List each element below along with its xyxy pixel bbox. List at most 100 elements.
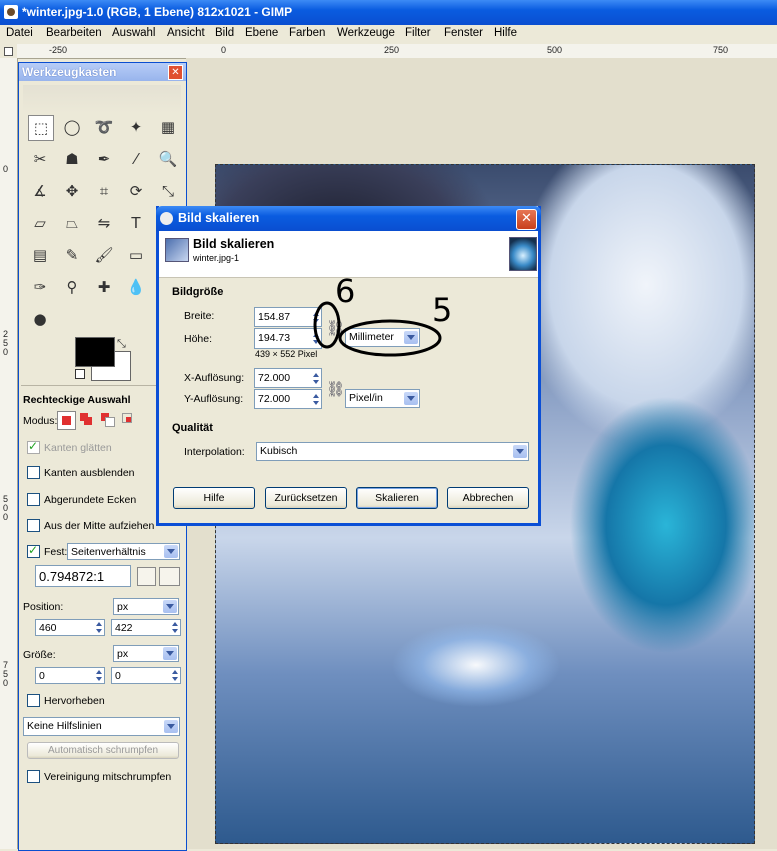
gimp-icon — [160, 212, 173, 225]
color-picker-tool[interactable]: ⁄ — [124, 147, 148, 171]
zoom-tool[interactable]: 🔍 — [156, 147, 180, 171]
text-tool[interactable]: T — [124, 211, 148, 235]
vereinigung-checkbox[interactable] — [27, 770, 40, 783]
paintbrush-tool[interactable]: 🖌 — [92, 243, 116, 267]
position-unit-dropdown[interactable]: px — [113, 598, 179, 615]
menu-bearbeiten[interactable]: Bearbeiten — [46, 27, 102, 39]
reset-button[interactable]: Zurücksetzen — [265, 487, 347, 509]
window-title: *winter.jpg-1.0 (RGB, 1 Ebene) 812x1021 … — [22, 5, 293, 19]
fest-checkbox[interactable] — [27, 543, 40, 558]
kanten-glaetten-checkbox[interactable] — [27, 439, 40, 454]
mode-replace-button[interactable] — [57, 411, 76, 430]
scale-icon — [165, 238, 189, 262]
menu-filter[interactable]: Filter — [405, 27, 431, 39]
default-colors-icon[interactable] — [75, 369, 85, 379]
res-unit-dropdown[interactable]: Pixel/in — [345, 389, 420, 408]
aus-der-mitte-checkbox[interactable] — [27, 519, 40, 532]
yres-input[interactable]: 72.000 — [254, 389, 322, 409]
menu-hilfe[interactable]: Hilfe — [494, 27, 517, 39]
help-button[interactable]: Hilfe — [173, 487, 255, 509]
rect-select-tool[interactable]: ⬚ — [28, 115, 54, 141]
toolbox-title: Werkzeugkasten — [22, 65, 117, 79]
horizontal-ruler[interactable]: -250 0 250 500 750 — [17, 44, 777, 59]
interpolation-dropdown[interactable]: Kubisch — [256, 442, 529, 461]
dialog-titlebar: Bild skalieren ✕ — [156, 206, 541, 231]
foreground-color-swatch[interactable] — [75, 337, 115, 367]
paths-tool[interactable]: ✒ — [92, 147, 116, 171]
xres-input[interactable]: 72.000 — [254, 368, 322, 388]
ink-tool[interactable]: ✑ — [28, 275, 52, 299]
chevron-down-icon — [164, 545, 178, 558]
swap-colors-icon[interactable]: ⤡ — [117, 337, 126, 351]
mode-intersect-button[interactable] — [122, 413, 136, 427]
ratio-input[interactable]: 0.794872:1 — [35, 565, 131, 587]
abgerundete-ecken-checkbox[interactable] — [27, 493, 40, 506]
color-select-tool[interactable]: ▦ — [156, 115, 180, 139]
kanten-glaetten-label: Kanten glätten — [44, 442, 112, 454]
menu-ebene[interactable]: Ebene — [245, 27, 278, 39]
menu-ansicht[interactable]: Ansicht — [167, 27, 205, 39]
foreground-select-tool[interactable]: ☗ — [60, 147, 84, 171]
menu-datei[interactable]: Datei — [6, 27, 33, 39]
menu-farben[interactable]: Farben — [289, 27, 325, 39]
hilfslinien-dropdown[interactable]: Keine Hilfslinien — [23, 717, 180, 736]
position-y-input[interactable]: 422 — [111, 619, 181, 636]
menu-bild[interactable]: Bild — [215, 27, 234, 39]
dialog-title: Bild skalieren — [178, 211, 260, 225]
menu-werkzeuge[interactable]: Werkzeuge — [337, 27, 395, 39]
annotation-circles — [313, 301, 442, 357]
close-icon[interactable]: ✕ — [168, 65, 183, 80]
crop-tool[interactable]: ⌗ — [92, 179, 116, 203]
header-title: Bild skalieren — [193, 237, 275, 251]
blend-tool[interactable]: ▤ — [28, 243, 52, 267]
magic-wand-tool[interactable]: ✦ — [124, 115, 148, 139]
eraser-tool[interactable]: ▭ — [124, 243, 148, 267]
position-x-input[interactable]: 460 — [35, 619, 105, 636]
scale-button[interactable]: Skalieren — [356, 487, 438, 509]
clone-tool[interactable]: ⚲ — [60, 275, 84, 299]
chain-link-res-icon[interactable]: ⛓ — [326, 368, 345, 410]
interpolation-label: Interpolation: — [184, 446, 245, 458]
dodge-burn-tool[interactable]: ● — [28, 307, 52, 331]
measure-tool[interactable]: ∡ — [28, 179, 52, 203]
kanten-ausblenden-checkbox[interactable] — [27, 466, 40, 479]
menu-fenster[interactable]: Fenster — [444, 27, 483, 39]
hervorheben-checkbox[interactable] — [27, 694, 40, 707]
blur-tool[interactable]: 💧 — [124, 275, 148, 299]
scale-tool[interactable]: ⤡ — [156, 179, 180, 203]
flip-tool[interactable]: ⇋ — [92, 211, 116, 235]
ruler-tick: 500 — [547, 45, 563, 55]
wilber-banner — [23, 85, 181, 113]
portrait-icon[interactable] — [137, 567, 156, 586]
shear-tool[interactable]: ▱ — [28, 211, 52, 235]
size-width-input[interactable]: 0 — [35, 667, 105, 684]
cancel-button[interactable]: Abbrechen — [447, 487, 529, 509]
ruler-tick: 7 5 0 — [3, 660, 9, 688]
chevron-down-icon — [513, 445, 527, 458]
ellipse-select-tool[interactable]: ◯ — [60, 115, 84, 139]
fest-label: Fest: — [44, 546, 68, 558]
ruler-tick: 0 — [3, 164, 9, 174]
heal-tool[interactable]: ✚ — [92, 275, 116, 299]
vertical-ruler[interactable]: 0 2 5 0 5 0 0 7 5 0 — [0, 58, 18, 849]
rotate-tool[interactable]: ⟳ — [124, 179, 148, 203]
scissors-tool[interactable]: ✂ — [28, 147, 52, 171]
mode-add-button[interactable] — [80, 413, 94, 427]
move-tool[interactable]: ✥ — [60, 179, 84, 203]
fest-dropdown[interactable]: Seitenverhältnis — [67, 543, 180, 560]
dialog-header: Bild skalieren winter.jpg-1 — [159, 231, 538, 278]
mode-subtract-button[interactable] — [101, 413, 115, 427]
ruler-corner-button[interactable] — [0, 44, 17, 58]
perspective-tool[interactable]: ⏢ — [60, 211, 84, 235]
menu-auswahl[interactable]: Auswahl — [112, 27, 155, 39]
pencil-tool[interactable]: ✎ — [60, 243, 84, 267]
lasso-tool[interactable]: ➰ — [92, 115, 116, 139]
size-height-input[interactable]: 0 — [111, 667, 181, 684]
quality-section-title: Qualität — [172, 422, 213, 434]
auto-shrink-button[interactable]: Automatisch schrumpfen — [27, 742, 179, 759]
window-titlebar: *winter.jpg-1.0 (RGB, 1 Ebene) 812x1021 … — [0, 0, 777, 25]
landscape-icon[interactable] — [159, 567, 180, 586]
ruler-tick: 5 0 0 — [3, 494, 9, 522]
close-icon[interactable]: ✕ — [516, 209, 537, 230]
size-unit-dropdown[interactable]: px — [113, 645, 179, 662]
